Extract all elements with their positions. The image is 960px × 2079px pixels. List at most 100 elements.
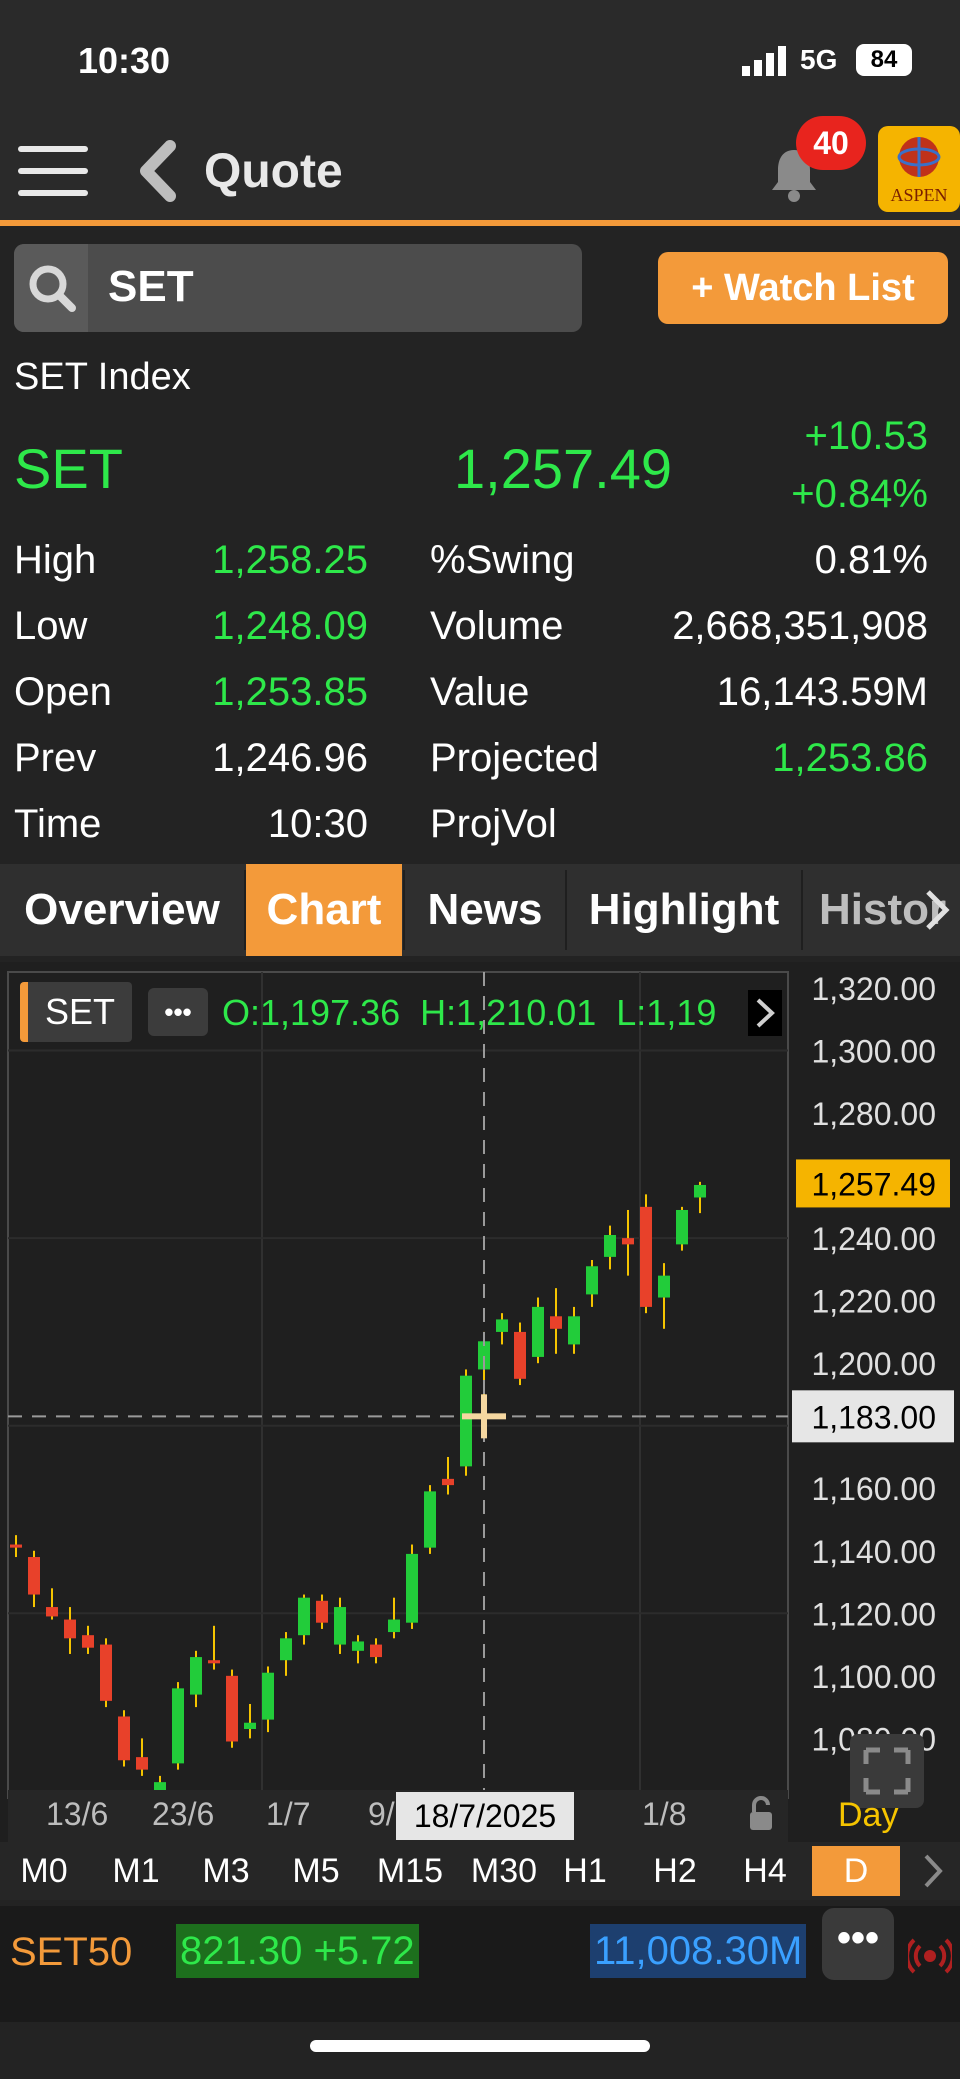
tab-news[interactable]: News <box>405 864 565 956</box>
ticker-amount: 11,008.30M <box>590 1924 807 1978</box>
price-label: 1,100.00 <box>811 1659 936 1695</box>
candle-body <box>280 1638 292 1661</box>
candle-body <box>190 1657 202 1695</box>
timeframe-m3[interactable]: M3 <box>182 1846 270 1896</box>
ticker-more-button[interactable]: ••• <box>822 1908 894 1980</box>
plot-frame <box>7 971 789 1799</box>
timeframe-h4[interactable]: H4 <box>720 1846 810 1896</box>
index-name: SET Index <box>14 356 191 398</box>
candle-body <box>46 1607 58 1617</box>
stat-value: 1,258.25 <box>212 538 368 582</box>
candle-body <box>100 1644 112 1701</box>
search-icon <box>29 265 76 312</box>
candle-body <box>676 1209 688 1245</box>
ohlc-scroll-right-icon[interactable] <box>748 990 782 1036</box>
home-indicator <box>310 2040 650 2052</box>
candle-body <box>10 1544 22 1548</box>
stat-label: High <box>14 538 97 582</box>
candle-body <box>658 1275 670 1298</box>
back-icon[interactable] <box>136 140 180 202</box>
candle-body <box>28 1557 40 1595</box>
candle-body <box>586 1266 598 1295</box>
price-label: 1,120.00 <box>811 1596 936 1632</box>
crosshair-mark-h <box>462 1413 506 1420</box>
search-value: SET <box>108 262 194 311</box>
timeframe-h1[interactable]: H1 <box>550 1846 620 1896</box>
candle-body <box>334 1607 346 1645</box>
stat-label: Value <box>430 670 530 714</box>
timeframe-h2[interactable]: H2 <box>630 1846 720 1896</box>
price-label: 1,200.00 <box>811 1346 936 1382</box>
ticker-value: 821.30 +5.72 <box>176 1924 419 1978</box>
stat-label: %Swing <box>430 538 575 582</box>
candle-body <box>694 1184 706 1198</box>
menu-icon[interactable] <box>18 140 90 202</box>
lock-icon[interactable] <box>746 1794 776 1834</box>
timeframe-m15[interactable]: M15 <box>362 1846 458 1896</box>
stat-value: 2,668,351,908 <box>672 604 928 648</box>
candle-body <box>64 1619 76 1639</box>
chart-symbol-chip[interactable]: SET <box>20 982 132 1042</box>
add-watchlist-button[interactable]: + Watch List <box>658 252 948 324</box>
candle-body <box>532 1306 544 1357</box>
broadcast-icon[interactable] <box>908 1936 952 1976</box>
stat-label: Volume <box>430 604 564 648</box>
price-label: 1,240.00 <box>811 1221 936 1257</box>
tab-scroll-right-icon[interactable] <box>922 886 952 934</box>
timeframe-m5[interactable]: M5 <box>272 1846 360 1896</box>
search-icon-button[interactable] <box>14 244 88 332</box>
stat-label: Projected <box>430 736 599 780</box>
aspen-logo[interactable]: ASPEN <box>878 126 960 212</box>
status-bar: 10:30 5G 84 <box>0 0 960 120</box>
price-label: 1,280.00 <box>811 1096 936 1132</box>
price-label: 1,160.00 <box>811 1471 936 1507</box>
battery-icon: 84 <box>856 44 912 76</box>
tab-overview[interactable]: Overview <box>0 864 244 956</box>
search-input[interactable] <box>14 244 582 332</box>
stat-value: 1,248.09 <box>212 604 368 648</box>
stat-value: 1,253.86 <box>772 736 928 780</box>
candle-body <box>118 1716 130 1761</box>
stat-value: 10:30 <box>267 802 368 846</box>
candle-body <box>604 1234 616 1257</box>
timeframe-m0[interactable]: M0 <box>0 1846 88 1896</box>
stat-label: Prev <box>14 736 97 780</box>
quote-symbol: SET <box>14 437 123 500</box>
ticker-bar <box>0 1906 960 2022</box>
price-label: 1,257.49 <box>811 1166 936 1202</box>
chart-more-button[interactable]: ••• <box>148 988 208 1036</box>
candle-body <box>550 1316 562 1329</box>
candle-body <box>136 1757 148 1770</box>
ticker-symbol[interactable]: SET50 <box>10 1930 132 1975</box>
candle-body <box>442 1478 454 1486</box>
date-label: 1/7 <box>266 1796 311 1832</box>
tab-highlight[interactable]: Highlight <box>567 864 801 956</box>
candle-body <box>316 1600 328 1623</box>
candle-body <box>352 1641 364 1651</box>
logo-text: ASPEN <box>890 185 948 205</box>
price-label: 1,220.00 <box>811 1284 936 1320</box>
candle-body <box>622 1238 634 1245</box>
timeframe-scroll-right-icon[interactable] <box>918 1850 948 1892</box>
chart-period-label[interactable]: Day <box>838 1796 898 1835</box>
candle-body <box>226 1675 238 1742</box>
price-chart[interactable]: 1,320.00 1,300.00 1,280.00 1,257.49 1,240.00… <box>0 962 960 1842</box>
network-type: 5G <box>800 44 838 75</box>
stat-value: 0.81% <box>814 538 928 582</box>
candle-body <box>244 1722 256 1729</box>
notification-badge[interactable]: 40 <box>796 116 866 170</box>
candle-body <box>460 1375 472 1467</box>
stat-label: ProjVol <box>430 802 557 846</box>
candle-body <box>514 1331 526 1379</box>
header-divider <box>0 220 960 226</box>
tab-chart[interactable]: Chart <box>246 864 402 956</box>
candle-body <box>496 1319 508 1332</box>
timeframe-m30[interactable]: M30 <box>458 1846 550 1896</box>
timeframe-m1[interactable]: M1 <box>92 1846 180 1896</box>
date-label: 13/6 <box>46 1796 109 1832</box>
timeframe-d[interactable]: D <box>812 1846 900 1896</box>
stat-value: 1,246.96 <box>212 736 368 780</box>
stat-value: 1,253.85 <box>212 670 368 714</box>
globe-icon <box>897 137 941 177</box>
date-label: 1/8 <box>642 1796 687 1832</box>
